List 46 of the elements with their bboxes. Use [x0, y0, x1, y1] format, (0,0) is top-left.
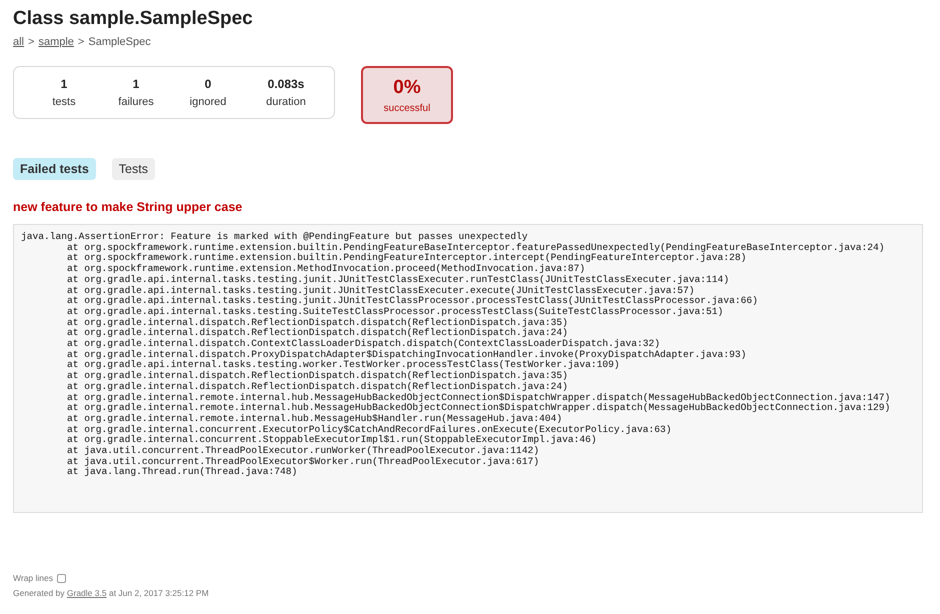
- stack-frame: at org.gradle.internal.dispatch.ReflectionDispatch.dispatch(ReflectionDispatch.java:24): [21, 328, 918, 340]
- stack-frame: at org.spockframework.runtime.extension.MethodInvocation.proceed(MethodInvocation.java:87): [21, 264, 918, 275]
- stack-frame: at java.util.concurrent.ThreadPoolExecutor.runWorker(ThreadPoolExecutor.java:1142): [21, 446, 918, 457]
- stack-frame: at java.util.concurrent.ThreadPoolExecutor$Worker.run(ThreadPoolExecutor.java:617): [21, 456, 918, 468]
- tab[interactable]: Failed tests: [13, 158, 96, 180]
- stat-label: ignored: [190, 96, 226, 108]
- stack-frame: at java.lang.Thread.run(Thread.java:748): [21, 467, 918, 478]
- stack-frame: at org.gradle.internal.concurrent.ExecutorPolicy$CatchAndRecordFailures.onExecute(ExecutorPolicy.java:63): [21, 424, 918, 436]
- generated-by-text: Generated by Gradle 3.5 at Jun 2, 2017 3:25:12 PM: [13, 588, 210, 598]
- stack-frame: at org.gradle.internal.dispatch.ProxyDispatchAdapter$DispatchingInvocationHandler.invoke(ProxyDispatchAdapter.java:93): [21, 350, 918, 360]
- stack-frame: at org.gradle.internal.concurrent.StoppableExecutorImpl$1.run(StoppableExecutorImpl.java:46): [21, 435, 918, 446]
- stat-value: 1: [60, 77, 68, 91]
- wrap-lines-checkbox[interactable]: [57, 574, 66, 582]
- stat-label: tests: [52, 96, 76, 108]
- breadcrumb-link[interactable]: all: [13, 36, 24, 48]
- breadcrumb-separator: >: [78, 36, 84, 48]
- stack-frame: at org.gradle.api.internal.tasks.testing.SuiteTestClassProcessor.processTestClass(SuiteTestClassProcessor.java:51): [21, 306, 918, 318]
- breadcrumb-current: SampleSpec: [88, 36, 151, 48]
- stack-frame: at org.spockframework.runtime.extension.builtin.PendingFeatureInterceptor.intercept(PendingFeatureInterceptor.java:28): [21, 253, 918, 264]
- stack-frame: at org.gradle.internal.dispatch.ContextClassLoaderDispatch.dispatch(ContextClassLoaderDispatch.java:32): [21, 339, 918, 350]
- stat-value: 1: [132, 77, 140, 91]
- stat-label: duration: [266, 96, 306, 108]
- stack-frame: at org.gradle.internal.remote.internal.hub.MessageHubBackedObjectConnection$DispatchWrapper.dispatch(MessageHubBackedObjectConnection.java:129): [21, 403, 918, 414]
- stack-frame: at org.gradle.api.internal.tasks.testing.junit.JUnitTestClassProcessor.processTestClass(JUnitTestClassProcessor.java:66): [21, 296, 918, 307]
- stat-value: 0: [204, 77, 212, 91]
- breadcrumb-separator: >: [28, 36, 34, 48]
- tab[interactable]: Tests: [112, 158, 155, 180]
- success-percentage: 0%: [393, 76, 421, 98]
- gradle-link[interactable]: Gradle 3.5: [66, 588, 107, 598]
- success-label: successful: [384, 102, 430, 114]
- stack-frame: at org.gradle.api.internal.tasks.testing.junit.JUnitTestClassExecuter.execute(JUnitTestClassExecuter.java:57): [21, 286, 918, 296]
- stat-value: 0.083s: [268, 77, 304, 91]
- stack-frame: at org.gradle.api.internal.tasks.testing.worker.TestWorker.processTestClass(TestWorker.java:109): [21, 360, 918, 372]
- stat-label: failures: [118, 96, 154, 108]
- stack-frame: at org.gradle.internal.remote.internal.hub.MessageHub$Handler.run(MessageHub.java:404): [21, 414, 918, 425]
- stack-frame: at org.spockframework.runtime.extension.builtin.PendingFeatureBaseInterceptor.featurePassedUnexpectedly(PendingFeatureBaseInterceptor.java:24): [21, 242, 918, 254]
- stack-frame: at org.gradle.internal.dispatch.ReflectionDispatch.dispatch(ReflectionDispatch.java:24): [21, 382, 918, 393]
- stack-frame: at org.gradle.internal.dispatch.ReflectionDispatch.dispatch(ReflectionDispatch.java:35): [21, 371, 918, 382]
- stack-frame: at org.gradle.internal.dispatch.ReflectionDispatch.dispatch(ReflectionDispatch.java:35): [21, 318, 918, 328]
- wrap-lines-label: Wrap lines: [13, 573, 53, 583]
- stack-frame: at org.gradle.internal.remote.internal.hub.MessageHubBackedObjectConnection$DispatchWrapper.dispatch(MessageHubBackedObjectConnection.java:147): [21, 392, 918, 404]
- page-title: Class sample.SampleSpec: [13, 8, 254, 30]
- exception-message: java.lang.AssertionError: Feature is marked with @PendingFeature but passes unexpectedly: [21, 232, 529, 243]
- stack-frame: at org.gradle.api.internal.tasks.testing.junit.JUnitTestClassExecuter.runTestClass(JUnitTestClassExecuter.java:114): [21, 274, 918, 286]
- failed-test-name: new feature to make String upper case: [13, 200, 244, 214]
- breadcrumb-link[interactable]: sample: [38, 36, 74, 48]
